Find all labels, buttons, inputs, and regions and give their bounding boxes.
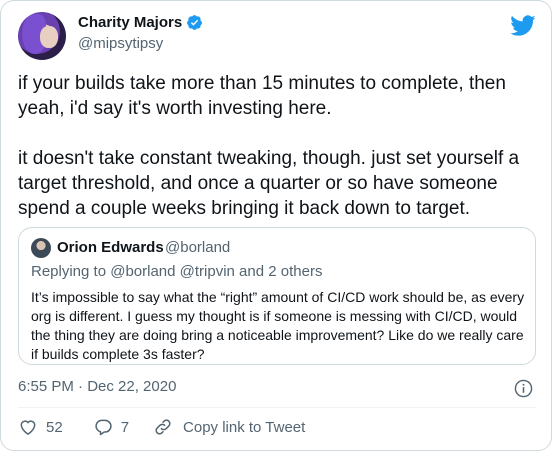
twitter-bird-icon[interactable] <box>510 15 536 37</box>
quoted-author-avatar <box>31 238 51 258</box>
reply-button[interactable]: 7 <box>93 417 129 437</box>
copy-link-label: Copy link to Tweet <box>183 418 306 436</box>
like-button[interactable]: 52 <box>18 417 63 437</box>
author-name-row: Charity Majors <box>78 14 203 31</box>
quoted-author-name: Orion Edwards <box>57 239 164 256</box>
author-avatar[interactable] <box>18 12 66 60</box>
reply-bubble-icon <box>95 419 112 436</box>
heart-icon <box>20 420 36 435</box>
author-name[interactable]: Charity Majors <box>78 14 182 31</box>
quoted-tweet-text: It’s impossible to say what the “right” … <box>31 289 525 362</box>
tweet-timestamp[interactable]: 6:55 PM · Dec 22, 2020 <box>18 378 176 395</box>
quoted-replying-to: Replying to @borland @tripvin and 2 othe… <box>31 263 323 280</box>
quoted-author-handle: @borland <box>165 239 231 256</box>
link-icon <box>155 419 171 435</box>
verified-badge-icon <box>187 15 203 30</box>
tweet-card[interactable]: Charity Majors @mipsytipsy if your build… <box>0 0 552 451</box>
tweet-text: if your builds take more than 15 minutes… <box>18 73 520 219</box>
actions-divider <box>18 407 536 408</box>
like-count: 52 <box>46 418 63 436</box>
avatar-face <box>40 26 58 48</box>
quoted-tweet[interactable]: Orion Edwards @borland Replying to @borl… <box>18 227 536 365</box>
author-handle[interactable]: @mipsytipsy <box>78 35 163 52</box>
reply-count: 7 <box>120 418 130 436</box>
info-icon[interactable] <box>514 379 533 398</box>
copy-link-button[interactable]: Copy link to Tweet <box>153 417 305 437</box>
tweet-actions: 52 7 Copy link to Tweet <box>18 417 305 437</box>
